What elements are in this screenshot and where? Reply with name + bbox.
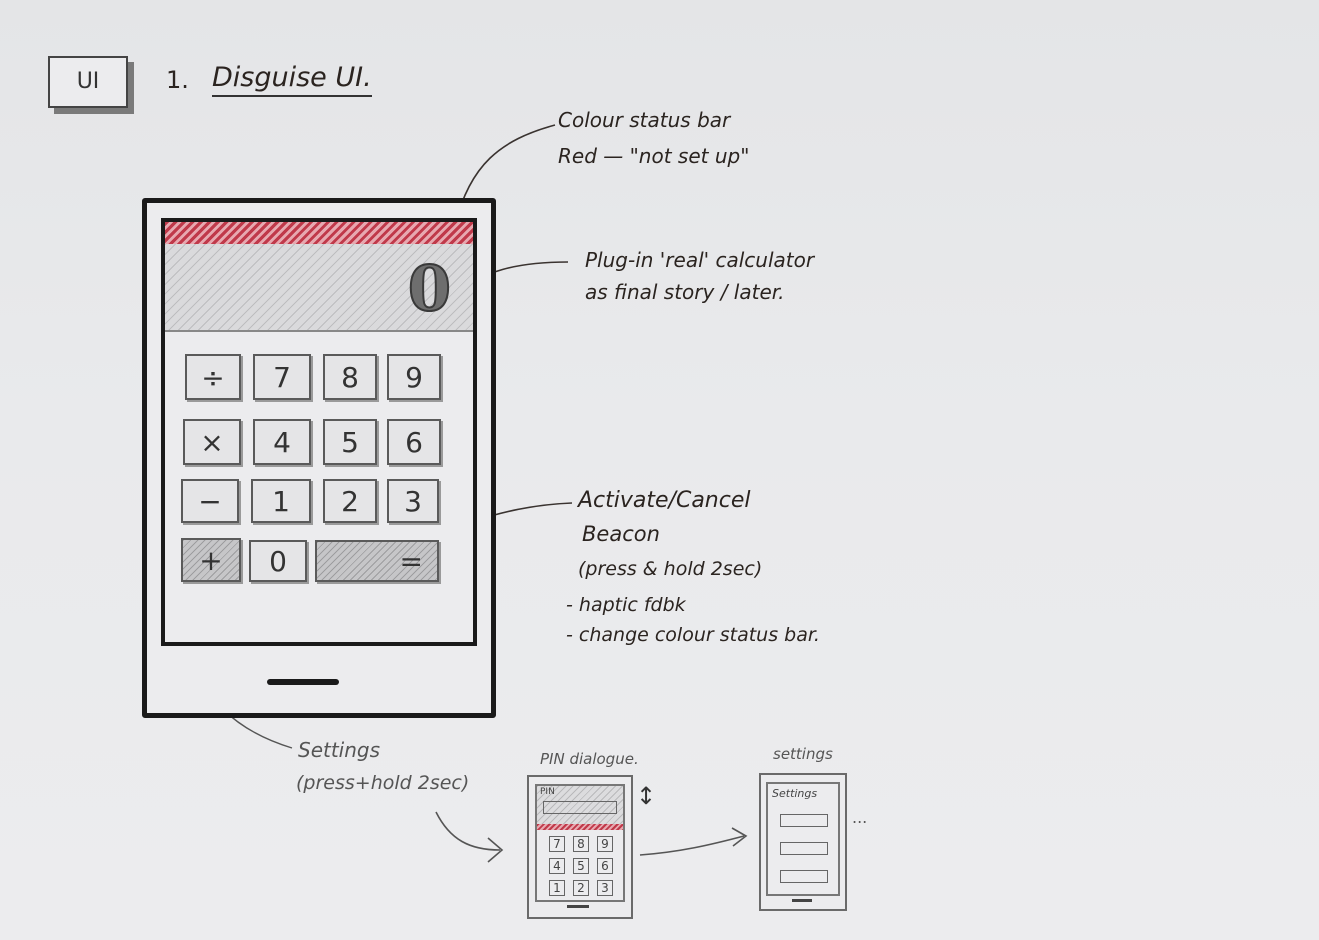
key-8[interactable]: 8 <box>323 354 377 400</box>
pin-key-7[interactable]: 7 <box>549 836 565 852</box>
resize-arrow-icon: ↕ <box>636 782 657 810</box>
to-settings-arrow <box>639 835 745 856</box>
settings-phone-mockup: Settings <box>759 773 847 911</box>
pin-key-8[interactable]: 8 <box>573 836 589 852</box>
phone-mockup: 0 ÷ 7 8 9 × 4 5 6 − 1 2 3 + 0 = <box>142 198 496 718</box>
key-9[interactable]: 9 <box>387 354 441 400</box>
pin-key-5[interactable]: 5 <box>573 858 589 874</box>
calculator-screen: 0 ÷ 7 8 9 × 4 5 6 − 1 2 3 + 0 = <box>161 218 477 646</box>
more-ellipsis: ... <box>852 808 868 827</box>
settings-screen: Settings <box>766 782 840 896</box>
key-1[interactable]: 1 <box>251 479 311 523</box>
home-button[interactable] <box>267 679 339 685</box>
pin-phone-mockup: PIN 7 8 9 4 5 6 1 2 3 <box>527 775 633 919</box>
pin-key-3[interactable]: 3 <box>597 880 613 896</box>
pin-key-9[interactable]: 9 <box>597 836 613 852</box>
pin-label: PIN <box>540 787 555 797</box>
settings-option-2[interactable] <box>780 842 828 855</box>
pin-key-2[interactable]: 2 <box>573 880 589 896</box>
key-plus-settings[interactable]: + <box>181 538 241 582</box>
pin-key-1[interactable]: 1 <box>549 880 565 896</box>
settings-caption: settings <box>773 745 833 763</box>
pin-status-bar <box>537 824 623 830</box>
key-6[interactable]: 6 <box>387 419 441 465</box>
pin-key-6[interactable]: 6 <box>597 858 613 874</box>
key-0[interactable]: 0 <box>249 540 307 582</box>
pin-screen: PIN 7 8 9 4 5 6 1 2 3 <box>535 784 625 902</box>
key-5[interactable]: 5 <box>323 419 377 465</box>
pin-home-button[interactable] <box>567 905 589 908</box>
to-pin-arrow <box>435 811 501 851</box>
key-4[interactable]: 4 <box>253 419 311 465</box>
calculator-display: 0 <box>165 244 473 332</box>
status-bar <box>165 222 473 244</box>
pin-dialogue-caption: PIN dialogue. <box>540 750 639 768</box>
settings-option-1[interactable] <box>780 814 828 827</box>
key-7[interactable]: 7 <box>253 354 311 400</box>
pin-key-4[interactable]: 4 <box>549 858 565 874</box>
key-minus[interactable]: − <box>181 479 239 523</box>
key-multiply[interactable]: × <box>183 419 241 465</box>
settings-option-3[interactable] <box>780 870 828 883</box>
key-3[interactable]: 3 <box>387 479 439 523</box>
display-value: 0 <box>407 251 452 326</box>
key-2[interactable]: 2 <box>323 479 377 523</box>
settings-home-button[interactable] <box>792 899 812 902</box>
key-equals-beacon[interactable]: = <box>315 540 439 582</box>
key-divide[interactable]: ÷ <box>185 354 241 400</box>
pin-entry-field[interactable] <box>543 801 617 814</box>
settings-screen-title: Settings <box>772 787 818 800</box>
